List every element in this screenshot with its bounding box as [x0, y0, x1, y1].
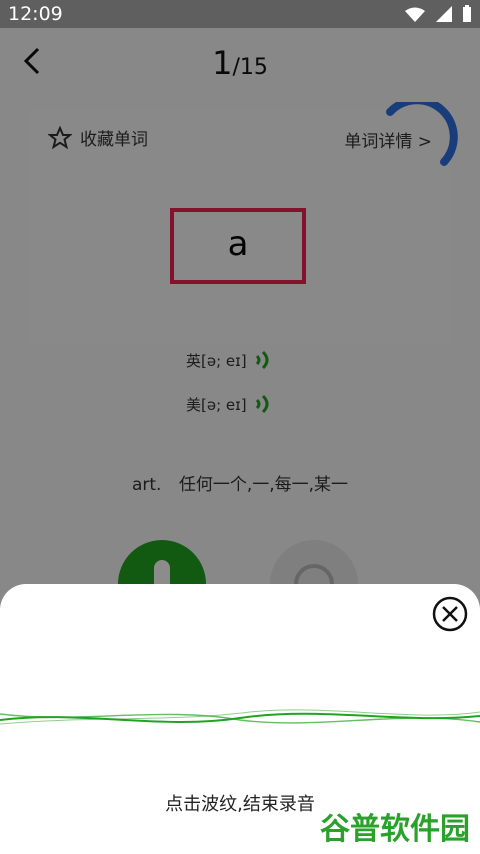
- signal-icon: [436, 6, 452, 22]
- status-icons: [404, 5, 472, 23]
- status-bar: 12:09: [0, 0, 480, 28]
- watermark-logo: 谷普软件园: [320, 812, 470, 847]
- status-time: 12:09: [8, 3, 63, 25]
- close-circle-icon[interactable]: [432, 596, 468, 632]
- battery-icon: [463, 5, 471, 22]
- app-root: 12:09 1/15 收藏单词 单词详情 > a 英[ə; eɪ] 美[ə; e…: [0, 0, 480, 854]
- recording-sheet: 点击波纹,结束录音 谷普软件园: [0, 584, 480, 854]
- wifi-icon: [405, 7, 425, 22]
- waveform[interactable]: [0, 692, 480, 742]
